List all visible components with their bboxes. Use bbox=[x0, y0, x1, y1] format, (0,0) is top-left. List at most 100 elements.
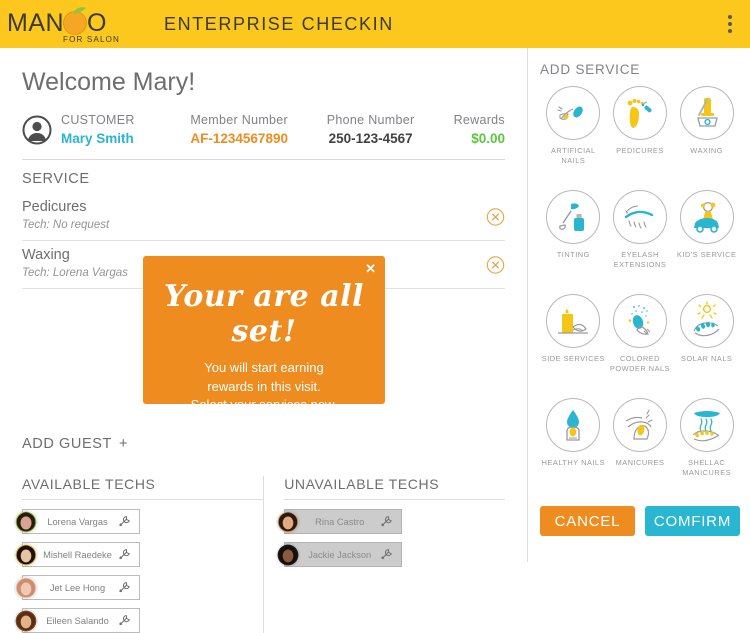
tech-card[interactable]: Eileen Salando bbox=[14, 608, 140, 633]
tech-card[interactable]: Jet Lee Hong bbox=[14, 575, 140, 600]
plus-icon: + bbox=[119, 436, 129, 452]
tech-avatar bbox=[14, 575, 38, 600]
service-tile-shellac-manicures[interactable]: SHELLAC MANICURES bbox=[673, 398, 740, 498]
artificial-nails-icon bbox=[546, 86, 601, 140]
brand-logo: MAN O FOR SALON bbox=[0, 0, 130, 48]
service-tile-eyelash-extensions[interactable]: EYELASH EXTENSIONS bbox=[607, 190, 674, 290]
pedicures-icon bbox=[612, 86, 667, 140]
rewards-label: Rewards bbox=[453, 113, 505, 127]
tech-avatar bbox=[276, 542, 301, 567]
kids-service-icon bbox=[679, 190, 734, 244]
service-tile-tinting[interactable]: TINTING bbox=[540, 190, 607, 290]
service-tile-label: TINTING bbox=[556, 250, 590, 259]
tech-card: Rina Castro bbox=[276, 509, 403, 534]
techs-section: AVAILABLE TECHS Lorena Vargas Mishell Ra… bbox=[14, 476, 505, 633]
unavailable-techs-heading: UNAVAILABLE TECHS bbox=[284, 476, 505, 500]
healthy-nails-icon bbox=[546, 398, 601, 452]
shellac-manicures-icon bbox=[679, 398, 734, 452]
tech-avatar bbox=[14, 542, 38, 567]
service-tile-side-services[interactable]: SIDE SERVICES bbox=[540, 294, 607, 394]
user-avatar-icon bbox=[22, 115, 52, 145]
customer-label: CUSTOMER bbox=[61, 113, 135, 127]
tech-name: Jet Lee Hong bbox=[49, 582, 106, 593]
tech-avatar bbox=[276, 509, 301, 534]
wrench-icon[interactable] bbox=[117, 514, 132, 529]
member-number-label: Member Number bbox=[190, 113, 289, 127]
member-number-value: AF-1234567890 bbox=[190, 131, 288, 146]
modal-body: You will start earning rewards in this v… bbox=[143, 359, 385, 415]
tech-name: Mishell Raedeke bbox=[43, 549, 112, 560]
tech-name: Lorena Vargas bbox=[47, 516, 108, 527]
add-service-heading: ADD SERVICE bbox=[540, 62, 641, 77]
wrench-icon[interactable] bbox=[117, 547, 132, 562]
service-tile-waxing[interactable]: WAXING bbox=[673, 86, 740, 186]
service-tile-label: KID'S SERVICE bbox=[676, 250, 737, 259]
service-tile-healthy-nails[interactable]: HEALTHY NAILS bbox=[540, 398, 607, 498]
available-techs-grid: Lorena Vargas Mishell Raedeke Jet Lee Ho… bbox=[14, 509, 263, 633]
tech-card: Jackie Jackson bbox=[276, 542, 403, 567]
service-section-heading: SERVICE bbox=[22, 171, 90, 187]
service-tile-artificial-nails[interactable]: ARTIFICIAL NAILS bbox=[540, 86, 607, 186]
service-tile-label: EYELASH EXTENSIONS bbox=[613, 250, 667, 269]
tech-name: Jackie Jackson bbox=[308, 549, 372, 560]
wrench-icon[interactable] bbox=[117, 580, 132, 595]
service-tile-label: COLORED POWDER NALS bbox=[609, 354, 671, 373]
svg-text:O: O bbox=[87, 9, 106, 37]
customer-name-field: CUSTOMER Mary Smith bbox=[61, 113, 166, 147]
modal-line-1: You will start earning bbox=[204, 360, 324, 375]
wrench-icon[interactable] bbox=[117, 613, 132, 628]
service-tile-manicures[interactable]: MANICURES bbox=[607, 398, 674, 498]
remove-circle-icon[interactable] bbox=[486, 255, 505, 274]
rewards-field: Rewards $0.00 bbox=[429, 113, 505, 147]
modal-title: Your are all set! bbox=[164, 279, 364, 349]
action-buttons: CANCEL COMFIRM bbox=[540, 506, 740, 536]
modal-line-3: Select your services now. bbox=[190, 397, 338, 412]
service-tile-solar-nails[interactable]: SOLAR NALS bbox=[673, 294, 740, 394]
tech-card[interactable]: Mishell Raedeke bbox=[14, 542, 140, 567]
waxing-icon bbox=[679, 86, 734, 140]
phone-number-label: Phone Number bbox=[326, 113, 415, 127]
tech-name: Eileen Salando bbox=[46, 615, 109, 626]
service-tile-label: SHELLAC MANICURES bbox=[682, 458, 732, 477]
remove-circle-icon[interactable] bbox=[486, 207, 505, 226]
svg-text:MAN: MAN bbox=[7, 9, 64, 37]
side-services-icon bbox=[546, 294, 601, 348]
phone-number-value: 250-123-4567 bbox=[328, 131, 413, 146]
service-tile-colored-powder-nails[interactable]: COLORED POWDER NALS bbox=[607, 294, 674, 394]
welcome-heading: Welcome Mary! bbox=[22, 68, 196, 96]
service-tile-pedicures[interactable]: PEDICURES bbox=[607, 86, 674, 186]
close-icon[interactable]: ✕ bbox=[365, 262, 376, 275]
tech-avatar bbox=[14, 509, 38, 534]
confirm-button[interactable]: COMFIRM bbox=[645, 506, 740, 536]
all-set-modal: ✕ Your are all set! You will start earni… bbox=[143, 256, 385, 412]
service-tile-kids-service[interactable]: KID'S SERVICE bbox=[673, 190, 740, 290]
overflow-menu-icon[interactable] bbox=[724, 11, 736, 37]
tech-card[interactable]: Lorena Vargas bbox=[14, 509, 140, 534]
service-tile-label: SIDE SERVICES bbox=[541, 354, 605, 363]
unavailable-techs-grid: Rina Castro Jackie Jackson bbox=[276, 509, 505, 567]
wrench-icon bbox=[381, 549, 393, 560]
svg-text:FOR SALON: FOR SALON bbox=[63, 35, 120, 44]
wrench-icon bbox=[381, 516, 393, 527]
tech-name: Rina Castro bbox=[315, 516, 365, 527]
service-tile-label: HEALTHY NAILS bbox=[541, 458, 605, 467]
rewards-value: $0.00 bbox=[471, 131, 505, 146]
solar-nails-icon bbox=[679, 294, 734, 348]
member-number-field: Member Number AF-1234567890 bbox=[166, 113, 312, 147]
service-tile-label: MANICURES bbox=[615, 458, 665, 467]
colored-powder-nails-icon bbox=[612, 294, 667, 348]
service-row: Pedicures Tech: No request bbox=[22, 193, 505, 241]
manicures-icon bbox=[612, 398, 667, 452]
unavailable-techs-column: UNAVAILABLE TECHS Rina Castro Jackie Jac… bbox=[263, 476, 505, 633]
service-tile-label: ARTIFICIAL NAILS bbox=[550, 146, 596, 165]
app-title: ENTERPRISE CHECKIN bbox=[164, 13, 394, 34]
customer-name-value: Mary Smith bbox=[61, 131, 134, 146]
mango-logo-icon: MAN O FOR SALON bbox=[7, 7, 120, 44]
cancel-button[interactable]: CANCEL bbox=[540, 506, 635, 536]
service-name: Pedicures bbox=[22, 199, 87, 215]
service-tech: Tech: No request bbox=[22, 219, 110, 231]
service-tile-label: PEDICURES bbox=[616, 146, 664, 155]
customer-summary: CUSTOMER Mary Smith Member Number AF-123… bbox=[22, 113, 505, 159]
divider bbox=[22, 159, 505, 160]
add-guest-button[interactable]: ADD GUEST + bbox=[22, 436, 128, 452]
